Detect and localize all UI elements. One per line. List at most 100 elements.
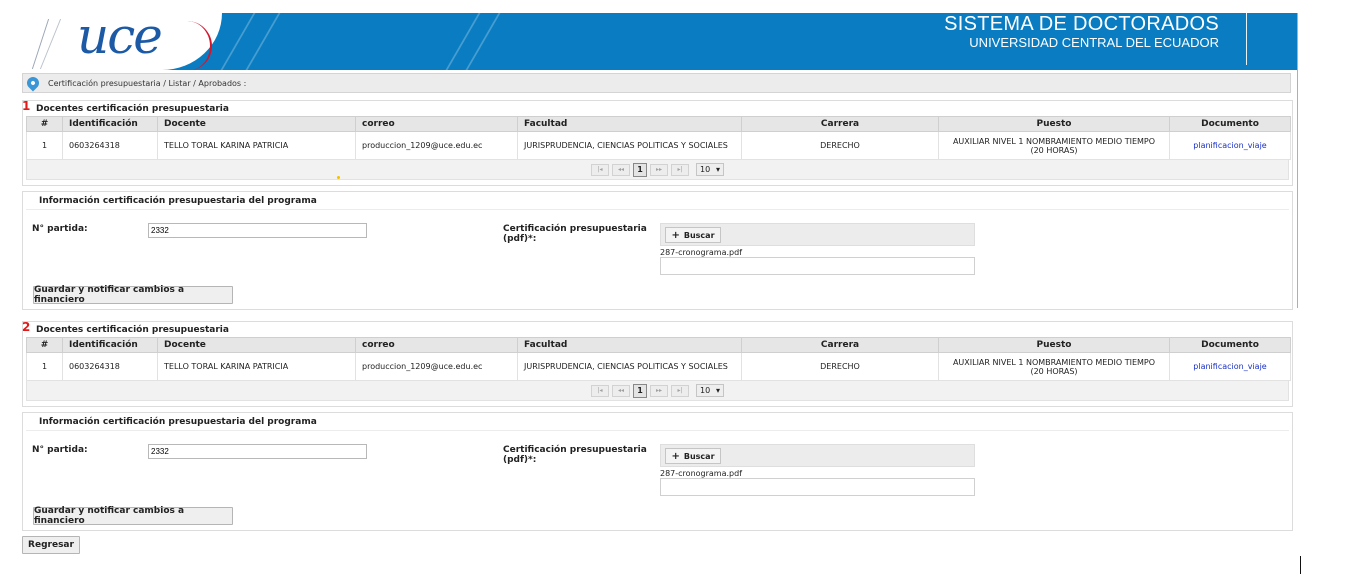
cell-facultad: JURISPRUDENCIA, CIENCIAS POLITICAS Y SOC… (517, 352, 742, 381)
uploaded-filename[interactable]: 287-cronograma.pdf (660, 469, 742, 478)
header-title-block: SISTEMA DE DOCTORADOS UNIVERSIDAD CENTRA… (944, 13, 1219, 50)
regresar-button[interactable]: Regresar (22, 536, 80, 554)
docentes-panel-1: 1 Docentes certificación presupuestaria … (22, 99, 1293, 186)
plus-icon: + (671, 229, 680, 241)
form-title: Información certificación presupuestaria… (26, 413, 1289, 431)
save-notify-button[interactable]: Guardar y notificar cambios a financiero (33, 285, 233, 305)
panel-title: 2 Docentes certificación presupuestaria (22, 320, 1292, 337)
first-page-button[interactable]: |◂ (591, 163, 609, 176)
col-header-puesto[interactable]: Puesto (938, 116, 1170, 132)
university-name: UNIVERSIDAD CENTRAL DEL ECUADOR (969, 35, 1219, 50)
col-header-carrera[interactable]: Carrera (741, 116, 939, 132)
certificacion-label-line-1: Certificación presupuestaria (503, 445, 647, 455)
col-header-facultad[interactable]: Facultad (517, 337, 742, 353)
uce-logo: uce (77, 13, 163, 65)
col-header-correo[interactable]: correo (355, 116, 518, 132)
cell-identificacion: 0603264318 (62, 352, 158, 381)
cell-carrera: DERECHO (741, 131, 939, 160)
cell-docente: TELLO TORAL KARINA PATRICIA (157, 131, 356, 160)
form-title: Información certificación presupuestaria… (26, 192, 1289, 210)
puesto-line-2: (20 HORAS) (1030, 145, 1078, 155)
save-notify-button[interactable]: Guardar y notificar cambios a financiero (33, 506, 233, 526)
cell-facultad: JURISPRUDENCIA, CIENCIAS POLITICAS Y SOC… (517, 131, 742, 160)
cell-documento: planificacion_viaje (1169, 131, 1291, 160)
col-header-documento[interactable]: Documento (1169, 337, 1291, 353)
first-page-button[interactable]: |◂ (591, 384, 609, 397)
cell-correo: produccion_1209@uce.edu.ec (355, 352, 518, 381)
col-header-num[interactable]: # (26, 116, 63, 132)
section-number: 2 (22, 320, 31, 334)
docentes-panel-2: 2 Docentes certificación presupuestaria … (22, 320, 1293, 407)
cell-num: 1 (26, 131, 63, 160)
partida-input[interactable] (148, 223, 367, 238)
app-header: uce SISTEMA DE DOCTORADOS UNIVERSIDAD CE… (22, 13, 1297, 70)
buscar-label: Buscar (683, 230, 715, 240)
cell-documento: planificacion_viaje (1169, 352, 1291, 381)
documento-link[interactable]: planificacion_viaje (1193, 362, 1266, 371)
col-header-identificacion[interactable]: Identificación (62, 337, 158, 353)
paginator: |◂ ◂◂ 1 ▸▸ ▸| 10 ▾ (26, 381, 1289, 401)
rows-per-page-value: 10 (700, 386, 711, 395)
partida-input[interactable] (148, 444, 367, 459)
info-certificacion-panel-1: Información certificación presupuestaria… (22, 191, 1293, 310)
rows-per-page-select[interactable]: 10 ▾ (696, 163, 724, 176)
certificacion-label-line-2: (pdf)*: (503, 234, 537, 244)
panel-title: 1 Docentes certificación presupuestaria (22, 99, 1292, 116)
col-header-carrera[interactable]: Carrera (741, 337, 939, 353)
certificacion-label: Certificación presupuestaria (pdf)*: (503, 224, 647, 244)
file-list-box (660, 478, 975, 496)
decorative-dot (337, 176, 340, 179)
cell-num: 1 (26, 352, 63, 381)
chevron-down-icon: ▾ (715, 165, 720, 174)
col-header-documento[interactable]: Documento (1169, 116, 1291, 132)
documento-link[interactable]: planificacion_viaje (1193, 141, 1266, 150)
header-stripe (465, 13, 501, 70)
next-page-button[interactable]: ▸▸ (650, 163, 668, 176)
docentes-table: # Identificación Docente correo Facultad… (26, 337, 1291, 381)
file-list-box (660, 257, 975, 275)
cell-docente: TELLO TORAL KARINA PATRICIA (157, 352, 356, 381)
logo-area: uce (22, 13, 222, 70)
last-page-button[interactable]: ▸| (671, 384, 689, 397)
prev-page-button[interactable]: ◂◂ (612, 384, 630, 397)
col-header-identificacion[interactable]: Identificación (62, 116, 158, 132)
upload-toolbar: + Buscar (660, 223, 975, 246)
puesto-line-1: AUXILIAR NIVEL 1 NOMBRAMIENTO MEDIO TIEM… (952, 136, 1156, 146)
col-header-facultad[interactable]: Facultad (517, 116, 742, 132)
buscar-button[interactable]: + Buscar (665, 448, 721, 464)
breadcrumb: Certificación presupuestaria / Listar / … (22, 73, 1291, 93)
col-header-puesto[interactable]: Puesto (938, 337, 1170, 353)
prev-page-button[interactable]: ◂◂ (612, 163, 630, 176)
certificacion-label-line-2: (pdf)*: (503, 455, 537, 465)
buscar-label: Buscar (683, 451, 715, 461)
panel-title-text: Docentes certificación presupuestaria (36, 104, 229, 114)
table-row[interactable]: 1 0603264318 TELLO TORAL KARINA PATRICIA… (26, 131, 1291, 160)
header-divider (1246, 13, 1247, 65)
certificacion-label-line-1: Certificación presupuestaria (503, 224, 647, 234)
puesto-line-2: (20 HORAS) (1030, 366, 1078, 376)
panel-title-text: Docentes certificación presupuestaria (36, 325, 229, 335)
system-title: SISTEMA DE DOCTORADOS (944, 13, 1219, 35)
breadcrumb-text: Certificación presupuestaria / Listar / … (48, 78, 247, 88)
location-pin-icon (24, 74, 42, 92)
uploaded-filename[interactable]: 287-cronograma.pdf (660, 248, 742, 257)
last-page-button[interactable]: ▸| (671, 163, 689, 176)
col-header-num[interactable]: # (26, 337, 63, 353)
page-1-button[interactable]: 1 (633, 383, 647, 398)
chevron-down-icon: ▾ (715, 386, 720, 395)
col-header-docente[interactable]: Docente (157, 337, 356, 353)
rows-per-page-select[interactable]: 10 ▾ (696, 384, 724, 397)
buscar-button[interactable]: + Buscar (665, 227, 721, 243)
page-1-button[interactable]: 1 (633, 162, 647, 177)
table-row[interactable]: 1 0603264318 TELLO TORAL KARINA PATRICIA… (26, 352, 1291, 381)
next-page-button[interactable]: ▸▸ (650, 384, 668, 397)
plus-icon: + (671, 450, 680, 462)
text-cursor (1300, 556, 1301, 574)
page-edge-line (1297, 13, 1298, 308)
table-header-row: # Identificación Docente correo Facultad… (26, 116, 1291, 132)
puesto-line-1: AUXILIAR NIVEL 1 NOMBRAMIENTO MEDIO TIEM… (952, 357, 1156, 367)
partida-label: N° partida: (32, 445, 88, 455)
col-header-correo[interactable]: correo (355, 337, 518, 353)
col-header-docente[interactable]: Docente (157, 116, 356, 132)
header-stripe (245, 13, 281, 70)
